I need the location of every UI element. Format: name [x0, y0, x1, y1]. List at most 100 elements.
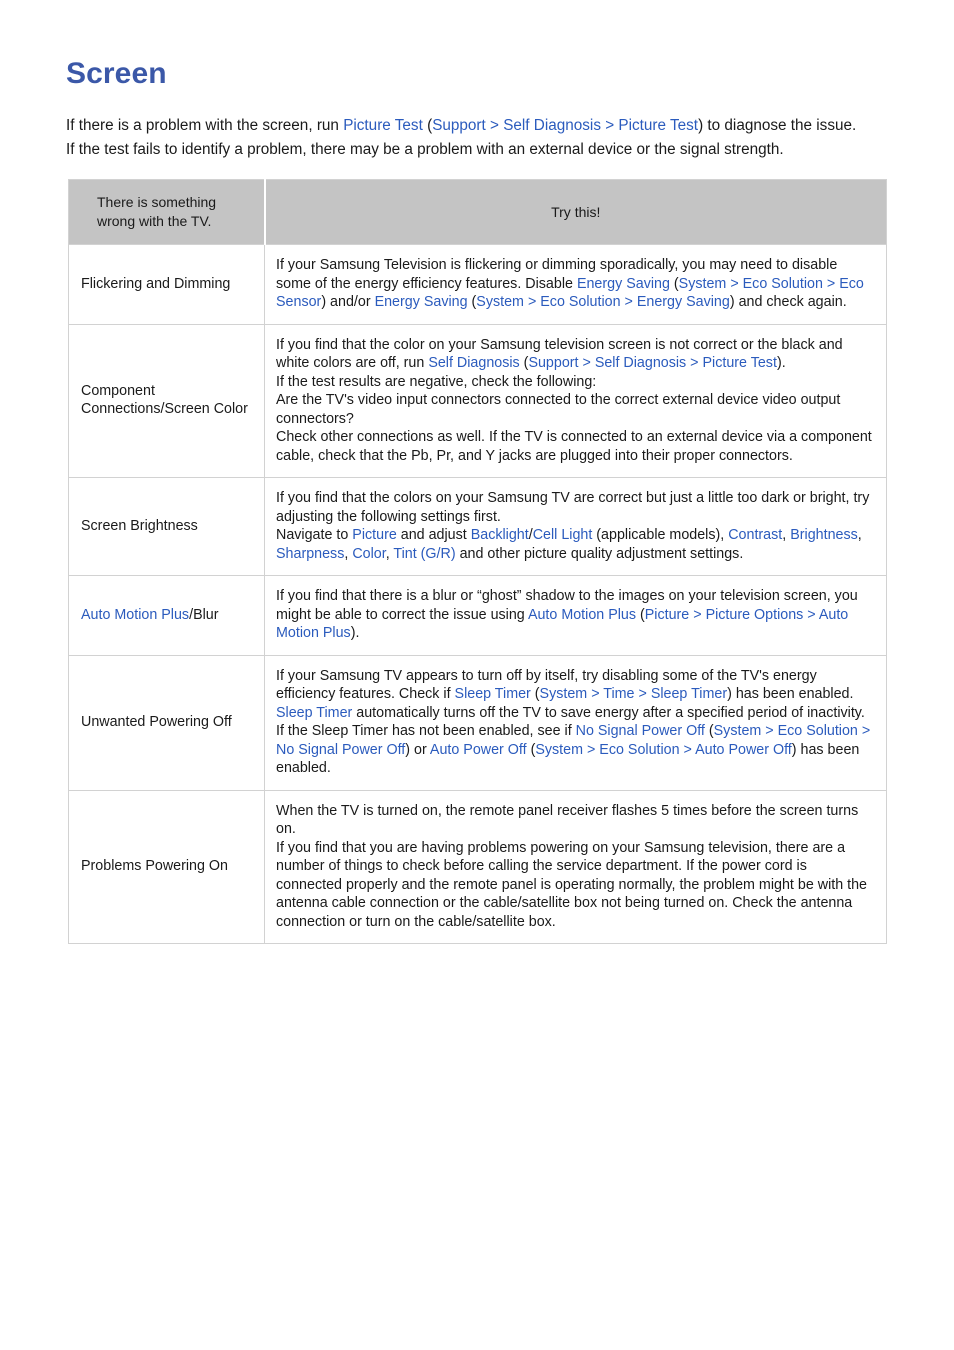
- text-run: (: [704, 723, 714, 739]
- menu-path-link[interactable]: No Signal Power Off: [576, 723, 705, 739]
- symptom-label: Screen Brightness: [68, 477, 265, 576]
- menu-path-link[interactable]: Self Diagnosis: [428, 355, 519, 371]
- text-run: If you find that you are having problems…: [276, 839, 868, 930]
- page-title: Screen: [66, 57, 167, 90]
- menu-path-link[interactable]: Eco Solution: [743, 276, 823, 292]
- path-separator: >: [583, 741, 600, 758]
- text-run: ) has been enabled.: [727, 686, 854, 702]
- menu-path-link[interactable]: Auto Power Off: [430, 742, 527, 758]
- table-body: Flickering and Dimming If your Samsung Te…: [68, 244, 887, 944]
- solution-text: If you find that the colors on your Sams…: [264, 477, 887, 576]
- menu-path-link[interactable]: System: [679, 276, 727, 292]
- menu-path-link[interactable]: Picture Test: [343, 117, 423, 134]
- text-run: and adjust: [396, 527, 471, 543]
- menu-path-link[interactable]: Auto Motion Plus: [81, 607, 189, 623]
- menu-path-link[interactable]: Backlight: [471, 527, 529, 543]
- symptom-label: Unwanted Powering Off: [68, 654, 265, 790]
- menu-path-link[interactable]: Eco Solution: [778, 723, 858, 739]
- path-separator: >: [857, 723, 871, 739]
- path-separator: >: [803, 606, 819, 623]
- symptom-label: Component Connections/Screen Color: [68, 323, 265, 478]
- intro-paragraph: If there is a problem with the screen, r…: [66, 114, 866, 161]
- menu-path-link[interactable]: Time: [603, 686, 634, 702]
- menu-path-link[interactable]: Eco Solution: [599, 742, 679, 758]
- menu-path-link[interactable]: System: [714, 723, 762, 739]
- menu-path-link[interactable]: Cell Light: [533, 527, 593, 543]
- menu-path-link[interactable]: Energy Saving: [577, 276, 670, 292]
- menu-path-link[interactable]: System: [540, 686, 588, 702]
- menu-path-link[interactable]: Color: [352, 546, 385, 562]
- path-separator: >: [600, 117, 619, 134]
- path-separator: >: [523, 294, 541, 310]
- table-head: There is something wrong with the TV. Tr…: [68, 179, 887, 245]
- menu-path-link[interactable]: Support: [528, 355, 578, 371]
- menu-path-link[interactable]: Picture: [645, 607, 690, 623]
- menu-path-link[interactable]: System: [535, 742, 583, 758]
- text-run: (: [669, 275, 679, 292]
- table-row: Unwanted Powering Off If your Samsung TV …: [68, 654, 887, 790]
- table-row: Problems Powering On When the TV is turne…: [68, 789, 887, 944]
- text-run: Screen Brightness: [81, 517, 198, 534]
- menu-path-link[interactable]: Tint (G/R): [393, 546, 455, 562]
- text-run: Are the TV's video input connectors conn…: [276, 392, 841, 427]
- menu-path-link[interactable]: Auto Power Off: [695, 742, 792, 758]
- menu-path-link[interactable]: Contrast: [728, 527, 782, 543]
- troubleshooting-table: There is something wrong with the TV. Tr…: [68, 179, 887, 944]
- menu-path-link[interactable]: Sleep Timer: [651, 686, 727, 702]
- solution-text: If your Samsung Television is flickering…: [264, 244, 887, 324]
- table-row: Flickering and Dimming If your Samsung Te…: [68, 244, 887, 324]
- text-run: If the test results are negative, check …: [276, 373, 597, 390]
- menu-path-link[interactable]: Sleep Timer: [276, 705, 352, 721]
- menu-path-link[interactable]: Eco Solution: [540, 294, 620, 310]
- path-separator: >: [761, 723, 778, 739]
- symptom-label: Auto Motion Plus/Blur: [68, 575, 265, 655]
- path-separator: >: [686, 355, 703, 371]
- text-run: ,: [857, 527, 862, 543]
- text-run: Flickering and Dimming: [81, 275, 231, 292]
- text-run: If there is a problem with the screen, r…: [66, 117, 344, 134]
- menu-path-link[interactable]: Picture Test: [703, 355, 777, 371]
- menu-path-link[interactable]: Sharpness: [276, 546, 344, 562]
- path-separator: >: [679, 741, 696, 758]
- menu-path-link[interactable]: Self Diagnosis: [503, 117, 601, 134]
- path-separator: >: [485, 117, 504, 134]
- path-separator: >: [578, 355, 595, 371]
- path-separator: >: [587, 686, 604, 702]
- solution-text: If you find that there is a blur or “gho…: [264, 575, 887, 655]
- menu-path-link[interactable]: No Signal Power Off: [276, 742, 405, 758]
- menu-path-link[interactable]: Auto Motion Plus: [528, 607, 636, 623]
- path-separator: >: [726, 275, 743, 292]
- text-run: Unwanted Powering Off: [81, 713, 232, 730]
- symptom-label: Flickering and Dimming: [68, 244, 265, 324]
- menu-path-link[interactable]: Sleep Timer: [455, 686, 531, 702]
- text-run: ).: [776, 355, 786, 371]
- menu-path-link[interactable]: Support: [432, 117, 486, 134]
- text-run: If you find that the colors on your Sams…: [276, 490, 870, 525]
- menu-path-link[interactable]: Brightness: [790, 527, 858, 543]
- menu-path-link[interactable]: Energy Saving: [637, 294, 730, 310]
- solution-text: If you find that the color on your Samsu…: [264, 323, 887, 478]
- menu-path-link[interactable]: Self Diagnosis: [595, 355, 686, 371]
- column-header-symptom-line1: There is something: [97, 194, 217, 210]
- menu-path-link[interactable]: Picture Options: [706, 607, 804, 623]
- text-run: (: [636, 606, 645, 623]
- solution-text: If your Samsung TV appears to turn off b…: [264, 654, 887, 790]
- text-run: (applicable models),: [592, 527, 729, 543]
- table-row: Auto Motion Plus/Blur If you find that th…: [68, 575, 887, 655]
- column-header-symptom: There is something wrong with the TV.: [68, 179, 266, 245]
- table-row: Component Connections/Screen Color If you…: [68, 323, 887, 478]
- text-run: Component Connections/Screen Color: [81, 382, 248, 418]
- path-separator: >: [634, 686, 651, 702]
- menu-path-link[interactable]: Picture: [352, 527, 397, 543]
- text-run: (: [530, 686, 540, 702]
- document-page: Screen If there is a problem with the sc…: [0, 0, 954, 1350]
- text-run: ) and/or: [321, 294, 375, 310]
- text-run: When the TV is turned on, the remote pan…: [276, 802, 859, 838]
- menu-path-link[interactable]: Energy Saving: [375, 294, 468, 310]
- menu-path-link[interactable]: Picture Test: [618, 117, 698, 134]
- text-run: and other picture quality adjustment set…: [455, 545, 744, 562]
- menu-path-link[interactable]: System: [476, 294, 524, 310]
- text-run: ).: [350, 625, 360, 641]
- text-run: ) or: [405, 741, 430, 758]
- text-run: ) and check again.: [729, 294, 847, 310]
